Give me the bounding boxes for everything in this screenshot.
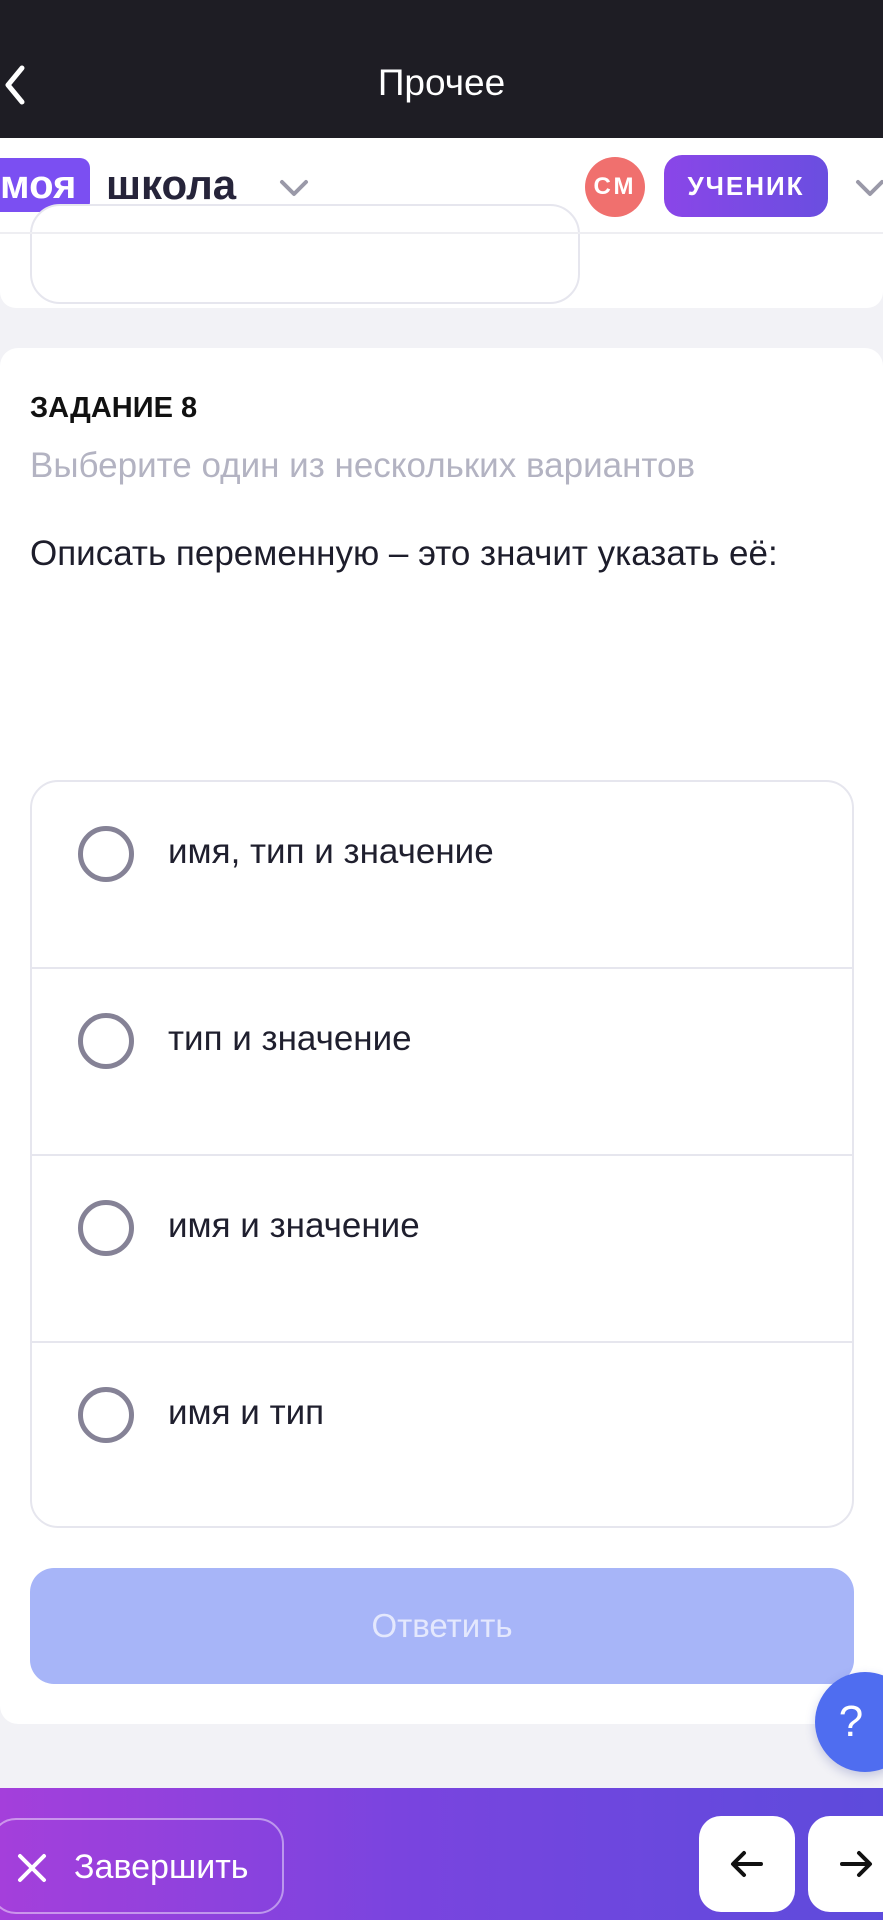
answer-option-label: тип и значение xyxy=(168,1019,412,1058)
role-badge[interactable]: УЧЕНИК xyxy=(664,155,828,217)
answer-option[interactable]: тип и значение xyxy=(32,969,852,1156)
arrow-left-icon xyxy=(731,1851,763,1877)
arrow-right-icon xyxy=(840,1851,872,1877)
next-task-button[interactable] xyxy=(808,1816,883,1912)
task-label: ЗАДАНИЕ 8 xyxy=(30,392,198,424)
radio-button[interactable] xyxy=(78,826,134,882)
page-title: Прочее xyxy=(377,62,506,103)
radio-button[interactable] xyxy=(78,1387,134,1443)
finish-button[interactable]: Завершить xyxy=(0,1818,284,1914)
radio-button[interactable] xyxy=(78,1200,134,1256)
previous-task-card xyxy=(0,204,883,308)
chevron-down-icon[interactable] xyxy=(276,170,312,206)
answer-option-label: имя и тип xyxy=(168,1393,325,1432)
radio-button[interactable] xyxy=(78,1013,134,1069)
close-icon xyxy=(18,1854,46,1882)
answer-option[interactable]: имя, тип и значение xyxy=(32,782,852,969)
answer-option[interactable]: имя и тип xyxy=(32,1343,852,1526)
finish-button-label: Завершить xyxy=(74,1848,249,1886)
header-divider xyxy=(0,232,883,234)
answer-option-label: имя и значение xyxy=(168,1206,420,1245)
top-bar: Прочее xyxy=(0,0,883,138)
previous-task-button[interactable] xyxy=(699,1816,795,1912)
help-icon: ? xyxy=(838,1697,864,1746)
answer-options: имя, тип и значение тип и значение имя и… xyxy=(30,780,854,1528)
chevron-down-icon[interactable] xyxy=(852,170,883,206)
bottom-bar: Завершить xyxy=(0,1788,883,1920)
task-question: Описать переменную – это значит указать … xyxy=(30,534,778,573)
previous-answer-pill xyxy=(30,204,580,304)
answer-option[interactable]: имя и значение xyxy=(32,1156,852,1343)
avatar[interactable]: СМ xyxy=(585,157,645,217)
task-card: ЗАДАНИЕ 8 Выберите один из нескольких ва… xyxy=(0,348,883,1724)
answer-option-label: имя, тип и значение xyxy=(168,832,494,871)
submit-answer-button[interactable]: Ответить xyxy=(30,1568,854,1684)
task-hint: Выберите один из нескольких вариантов xyxy=(30,446,696,485)
